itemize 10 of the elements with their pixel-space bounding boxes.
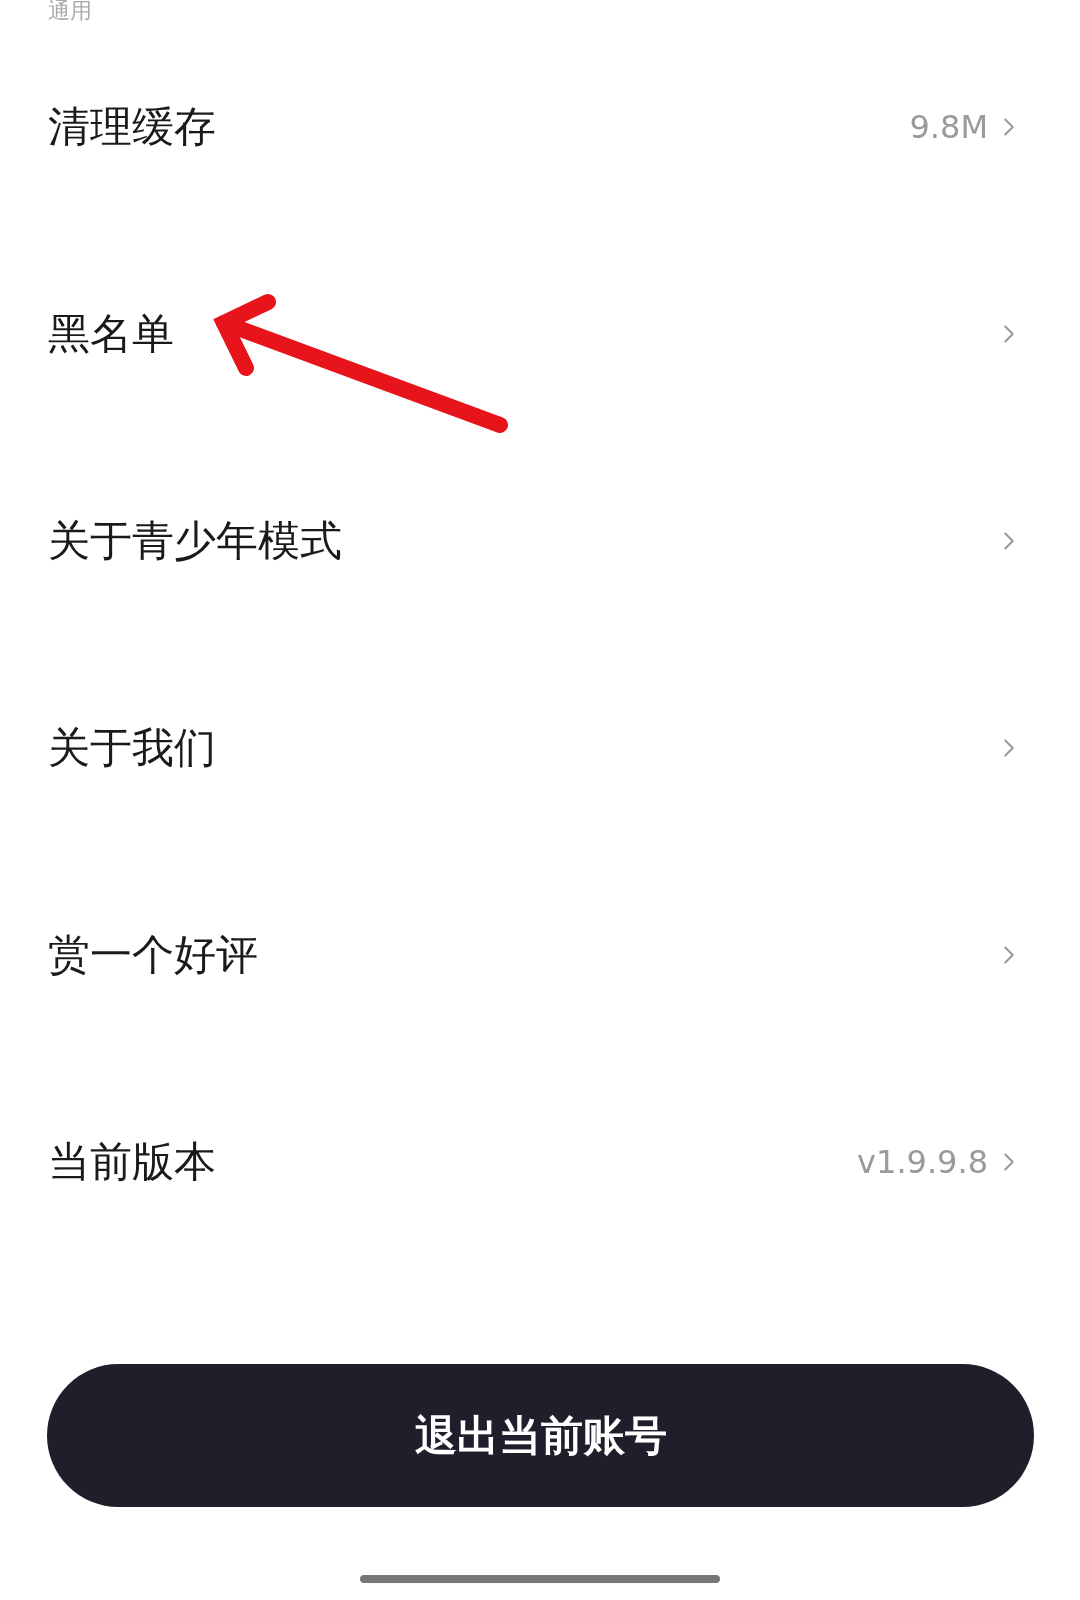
section-title: 通用 — [48, 0, 92, 22]
settings-row[interactable]: 黑名单 — [0, 230, 1080, 437]
settings-row[interactable]: 清理缓存 9.8M — [0, 23, 1080, 230]
settings-row[interactable]: 关于青少年模式 — [0, 437, 1080, 644]
settings-row[interactable]: 当前版本 v1.9.9.8 — [0, 1058, 1080, 1265]
logout-button[interactable]: 退出当前账号 — [47, 1364, 1034, 1507]
settings-row[interactable]: 关于我们 — [0, 644, 1080, 851]
row-value: v1.9.9.8 — [857, 1142, 988, 1181]
row-value: 9.8M — [909, 107, 988, 146]
settings-row[interactable]: 赏一个好评 — [0, 851, 1080, 1058]
